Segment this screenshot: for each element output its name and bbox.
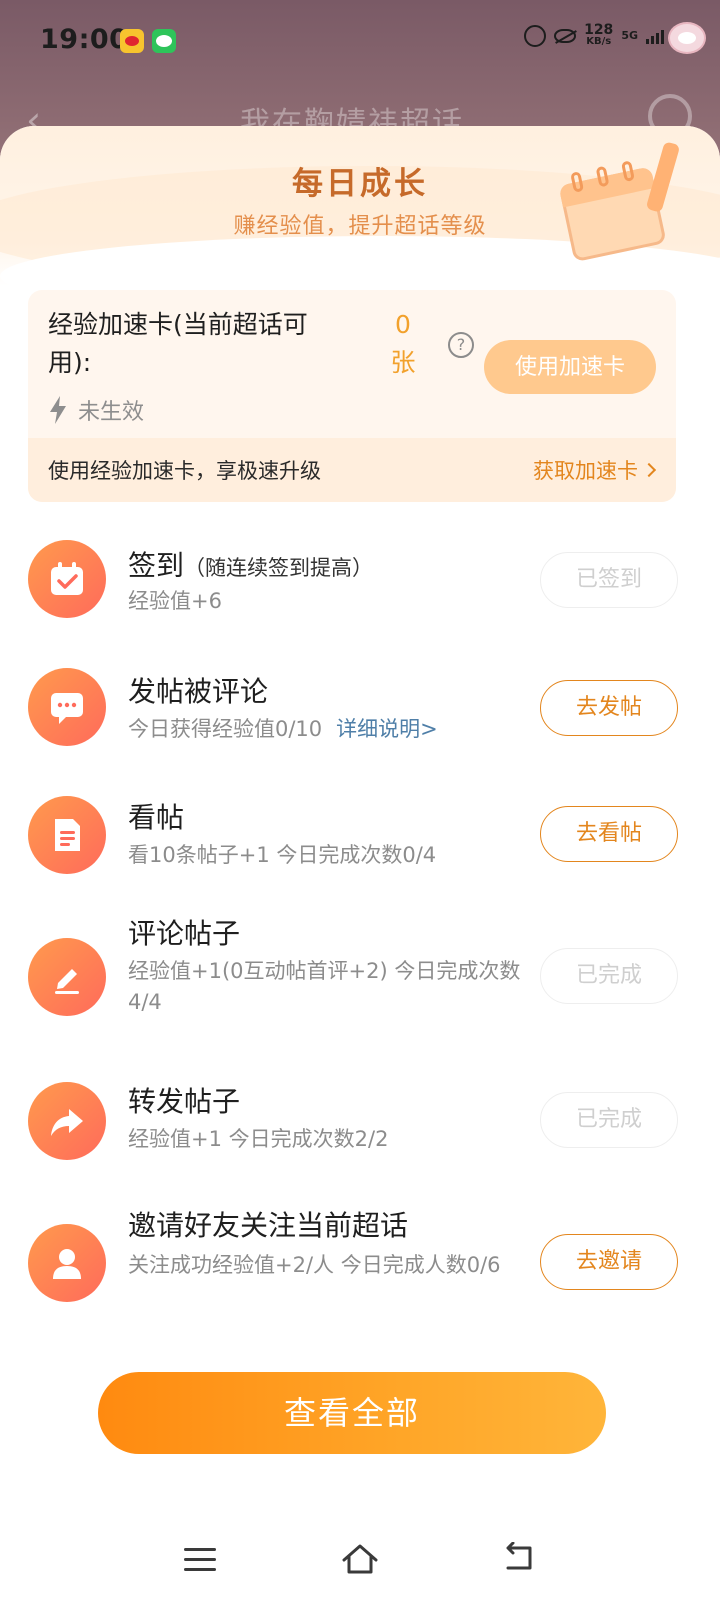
completed-button[interactable]: 已完成 — [540, 1092, 678, 1148]
wechat-notification-icon — [152, 29, 176, 53]
speed-card-label: 经验加速卡(当前超话可用): — [48, 310, 308, 377]
network-speed-value: 128 — [584, 22, 614, 38]
view-all-button[interactable]: 查看全部 — [98, 1372, 606, 1454]
edit-pen-icon — [28, 938, 106, 1016]
speed-up-card: 经验加速卡(当前超话可用): 0 张 ? 使用加速卡 未生效 使用经验加速卡，享… — [28, 290, 676, 502]
task-desc: 经验值+6 — [128, 589, 222, 613]
home-icon[interactable] — [340, 1542, 380, 1576]
weibo-notification-icon — [120, 29, 144, 53]
speed-card-status-text: 未生效 — [78, 400, 145, 425]
task-title: 发帖被评论 — [128, 675, 269, 708]
status-bar: 19:00 128 KB/s 5G — [0, 0, 720, 84]
completed-button[interactable]: 已完成 — [540, 948, 678, 1004]
avatar-badge-icon — [668, 22, 706, 54]
task-title: 看帖 — [128, 801, 185, 834]
task-desc: 看10条帖子+1 今日完成次数0/4 — [128, 843, 437, 867]
speed-card-count: 0 张 — [388, 306, 418, 382]
speed-card-count-value: 0 — [395, 310, 411, 339]
task-title-hint: （随连续签到提高） — [184, 556, 374, 580]
lightning-icon — [48, 396, 68, 424]
task-desc: 今日获得经验值0/10 详细说明> — [128, 714, 538, 745]
task-desc: 经验值+1 今日完成次数2/2 — [128, 1127, 389, 1151]
signal-icon — [646, 28, 664, 44]
get-speed-card-link[interactable]: 获取加速卡 — [533, 455, 657, 485]
task-title: 评论帖子 — [128, 917, 241, 950]
calendar-check-icon — [28, 540, 106, 618]
use-speed-card-button[interactable]: 使用加速卡 — [484, 340, 656, 394]
task-desc: 经验值+1(0互动帖首评+2) 今日完成次数4/4 — [128, 959, 521, 1014]
share-arrow-icon — [28, 1082, 106, 1160]
task-title: 邀请好友关注当前超话 — [128, 1209, 409, 1242]
document-icon — [28, 796, 106, 874]
task-desc: 关注成功经验值+2/人 今日完成人数0/6 — [128, 1253, 501, 1277]
speed-card-footer-text: 使用经验加速卡，享极速升级 — [48, 459, 321, 483]
status-icons: 128 KB/s 5G — [524, 22, 664, 48]
speed-card-footer: 使用经验加速卡，享极速升级 获取加速卡 — [28, 438, 676, 502]
help-icon[interactable]: ? — [448, 332, 474, 358]
task-title: 转发帖子 — [128, 1085, 241, 1118]
task-title: 签到（随连续签到提高） — [128, 544, 373, 584]
status-time: 19:00 — [40, 24, 129, 55]
eye-off-icon — [554, 29, 577, 43]
chat-bubble-icon — [28, 668, 106, 746]
get-speed-card-label: 获取加速卡 — [533, 459, 638, 483]
speed-card-count-unit: 张 — [390, 348, 416, 377]
network-type: 5G — [621, 30, 638, 42]
go-view-posts-button[interactable]: 去看帖 — [540, 806, 678, 862]
network-speed: 128 KB/s — [584, 22, 614, 48]
network-type-label: 5G — [621, 29, 638, 42]
daily-growth-sheet: 每日成长 赚经验值，提升超话等级 经验加速卡(当前超话可用): 0 张 ? 使用… — [0, 126, 720, 1608]
network-speed-unit: KB/s — [586, 36, 612, 47]
checked-in-button[interactable]: 已签到 — [540, 552, 678, 608]
details-link[interactable]: 详细说明> — [336, 717, 438, 741]
go-post-button[interactable]: 去发帖 — [540, 680, 678, 736]
task-title-text: 签到 — [128, 549, 185, 582]
task-desc-text: 今日获得经验值0/10 — [128, 717, 323, 741]
sheet-header: 每日成长 赚经验值，提升超话等级 — [0, 126, 720, 316]
back-icon[interactable] — [502, 1541, 536, 1572]
person-icon — [28, 1224, 106, 1302]
system-nav-bar — [0, 1528, 720, 1608]
go-invite-button[interactable]: 去邀请 — [540, 1234, 678, 1290]
speed-card-status: 未生效 — [48, 394, 144, 426]
menu-icon[interactable] — [184, 1548, 216, 1572]
chevron-right-icon — [641, 462, 657, 478]
alarm-icon — [524, 25, 547, 47]
